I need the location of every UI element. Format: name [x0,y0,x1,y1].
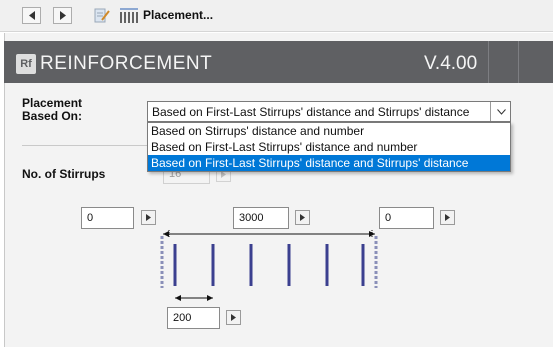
stirrups-button[interactable] [119,7,139,24]
back-arrow-icon [28,11,35,20]
placement-options-list: Based on Stirrups' distance and number B… [147,122,511,172]
dimension-arrowhead [175,295,181,301]
edit-document-icon [94,8,110,23]
total-length-arrow-button[interactable] [295,210,310,225]
toolbar-title: Placement... [143,8,214,22]
toolbar [0,0,553,32]
section-divider [22,145,152,146]
stirrups-icon [120,8,138,23]
version-label: V.4.00 [424,53,478,74]
chevron-down-icon [496,108,506,115]
placement-label: Placement Based On: [22,96,83,123]
end-offset-arrow-button[interactable] [440,210,455,225]
app-logo: Rf [16,54,36,74]
play-arrow-icon [231,314,236,321]
start-offset-arrow-button[interactable] [141,210,156,225]
edit-document-button[interactable] [94,7,110,24]
header-title: REINFORCEMENT [40,53,213,74]
stirrups-diagram [160,230,378,301]
play-arrow-icon [146,214,151,221]
placement-option-selected[interactable]: Based on First-Last Stirrups' distance a… [148,155,510,171]
placement-option[interactable]: Based on First-Last Stirrups' distance a… [148,139,510,155]
placement-option[interactable]: Based on Stirrups' distance and number [148,123,510,139]
forward-arrow-icon [59,11,66,20]
start-offset-field[interactable]: 0 [81,207,134,229]
stirrups-label: No. of Stirrups [22,167,106,181]
spacing-field[interactable]: 200 [167,307,220,329]
header-divider [488,41,489,83]
placement-selected-value: Based on First-Last Stirrups' distance a… [152,105,470,119]
placement-select[interactable]: Based on First-Last Stirrups' distance a… [147,101,511,122]
spacing-arrow-button[interactable] [226,310,241,325]
back-button[interactable] [22,7,41,24]
placement-dropdown-button[interactable] [490,102,511,121]
play-arrow-icon [445,214,450,221]
header-divider [518,41,519,83]
dimension-arrowhead [207,295,213,301]
dimension-arrowhead [163,231,169,237]
play-arrow-icon [221,171,226,178]
play-arrow-icon [300,214,305,221]
forward-button[interactable] [53,7,72,24]
